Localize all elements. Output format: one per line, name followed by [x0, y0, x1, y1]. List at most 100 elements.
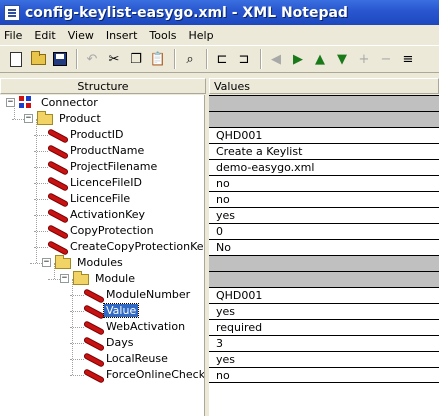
value-cell[interactable]: demo-easygo.xml	[209, 159, 439, 175]
attribute-icon	[48, 242, 68, 252]
attribute-icon	[48, 194, 68, 204]
structure-header[interactable]: Structure	[0, 78, 206, 94]
tree-node[interactable]: Days	[0, 335, 204, 351]
toolbar-separator	[76, 49, 78, 69]
move-up-icon[interactable]: ▲	[310, 49, 330, 69]
collapse-toggle-icon[interactable]: −	[42, 258, 51, 267]
toolbar-separator	[260, 49, 262, 69]
value-cell[interactable]: QHD001	[209, 287, 439, 303]
tree-node-label: LicenceFile	[70, 192, 131, 205]
tree-node-label: Days	[106, 336, 134, 349]
tree-node-label: Value	[102, 303, 140, 318]
tree-node[interactable]: CopyProtection	[0, 223, 204, 239]
tree-node[interactable]: ActivationKey	[0, 207, 204, 223]
attribute-icon	[84, 338, 104, 348]
paste-icon[interactable]: 📋	[148, 49, 168, 69]
menu-view[interactable]: View	[62, 29, 100, 42]
value-cell[interactable]: 3	[209, 335, 439, 351]
tree-node[interactable]: − Module	[0, 271, 204, 287]
tree-node-label: Modules	[77, 256, 123, 269]
value-cell[interactable]	[209, 95, 439, 111]
tree-node[interactable]: ProductName	[0, 143, 204, 159]
tree-node[interactable]: − Connector	[0, 95, 204, 111]
connector-icon	[19, 96, 35, 110]
tree-node[interactable]: LicenceFile	[0, 191, 204, 207]
tree-node[interactable]: − Modules	[0, 255, 204, 271]
folder-icon	[55, 255, 71, 269]
tree-node-label: ProductID	[70, 128, 124, 141]
tree-node[interactable]: ModuleNumber	[0, 287, 204, 303]
value-cell[interactable]: required	[209, 319, 439, 335]
tree-node[interactable]: Value	[0, 303, 204, 319]
attribute-icon	[84, 354, 104, 364]
add-icon[interactable]: +	[354, 49, 374, 69]
app-icon	[4, 4, 20, 21]
attribute-icon	[48, 130, 68, 140]
folder-icon	[37, 111, 53, 125]
value-cell[interactable]: Create a Keylist	[209, 143, 439, 159]
attribute-icon	[48, 226, 68, 236]
menu-tools[interactable]: Tools	[143, 29, 182, 42]
tree-node[interactable]: ForceOnlineCheck	[0, 367, 204, 383]
move-down-icon[interactable]: ▼	[332, 49, 352, 69]
value-cell[interactable]	[209, 255, 439, 271]
nudge-outdent-icon[interactable]: ⊐	[234, 49, 254, 69]
value-cell[interactable]: no	[209, 191, 439, 207]
move-left-icon[interactable]: ◀	[266, 49, 286, 69]
value-cell[interactable]: No	[209, 239, 439, 255]
menu-help[interactable]: Help	[183, 29, 220, 42]
sort-icon[interactable]: ≡	[398, 49, 418, 69]
collapse-toggle-icon[interactable]: −	[24, 114, 33, 123]
value-cell[interactable]	[209, 111, 439, 127]
menu-edit[interactable]: Edit	[28, 29, 61, 42]
toolbar: ↶ ✂ ❐ 📋 ⌕ ⊏ ⊐ ◀ ▶ ▲ ▼ + − ≡	[0, 45, 439, 73]
window-title: config-keylist-easygo.xml - XML Notepad	[25, 4, 348, 21]
toolbar-separator	[174, 49, 176, 69]
cut-icon[interactable]: ✂	[104, 49, 124, 69]
value-cell[interactable]: yes	[209, 351, 439, 367]
tree-node[interactable]: − Product	[0, 111, 204, 127]
tree-node-label: LicenceFileID	[70, 176, 142, 189]
toolbar-separator	[206, 49, 208, 69]
value-cell[interactable]: yes	[209, 207, 439, 223]
attribute-icon	[84, 370, 104, 380]
collapse-toggle-icon[interactable]: −	[60, 274, 69, 283]
menu-file[interactable]: File	[0, 29, 28, 42]
value-cell[interactable]: no	[209, 175, 439, 191]
attribute-icon	[84, 290, 104, 300]
tree-node-label: Product	[59, 112, 101, 125]
attribute-icon	[84, 322, 104, 332]
tree-node[interactable]: ProjectFilename	[0, 159, 204, 175]
menu-insert[interactable]: Insert	[100, 29, 144, 42]
folder-icon	[73, 271, 89, 285]
find-icon[interactable]: ⌕	[180, 49, 200, 69]
value-cell[interactable]: QHD001	[209, 127, 439, 143]
open-icon[interactable]	[28, 49, 48, 69]
tree-node[interactable]: LocalReuse	[0, 351, 204, 367]
value-cell[interactable]: 0	[209, 223, 439, 239]
tree-node[interactable]: CreateCopyProtectionKey	[0, 239, 204, 255]
nudge-icon[interactable]: ⊏	[212, 49, 232, 69]
tree-node-label: CopyProtection	[70, 224, 154, 237]
tree-node[interactable]: ProductID	[0, 127, 204, 143]
values-pane[interactable]: QHD001 Create a Keylist demo-easygo.xml no n…	[209, 95, 439, 416]
values-header[interactable]: Values	[209, 78, 439, 94]
new-icon[interactable]	[6, 49, 26, 69]
remove-icon[interactable]: −	[376, 49, 396, 69]
tree-node[interactable]: LicenceFileID	[0, 175, 204, 191]
move-right-icon[interactable]: ▶	[288, 49, 308, 69]
value-cell[interactable]	[209, 271, 439, 287]
value-cell[interactable]: no	[209, 367, 439, 383]
tree-node-label: ProjectFilename	[70, 160, 158, 173]
structure-tree[interactable]: − Connector − Product ProductID ProductName Pr…	[0, 95, 204, 416]
tree-node-label: LocalReuse	[106, 352, 168, 365]
tree-node-label: ModuleNumber	[106, 288, 191, 301]
value-cell[interactable]: yes	[209, 303, 439, 319]
undo-icon[interactable]: ↶	[82, 49, 102, 69]
tree-node-label: CreateCopyProtectionKey	[70, 240, 204, 253]
save-icon[interactable]	[50, 49, 70, 69]
copy-icon[interactable]: ❐	[126, 49, 146, 69]
collapse-toggle-icon[interactable]: −	[6, 98, 15, 107]
attribute-icon	[48, 210, 68, 220]
tree-node[interactable]: WebActivation	[0, 319, 204, 335]
